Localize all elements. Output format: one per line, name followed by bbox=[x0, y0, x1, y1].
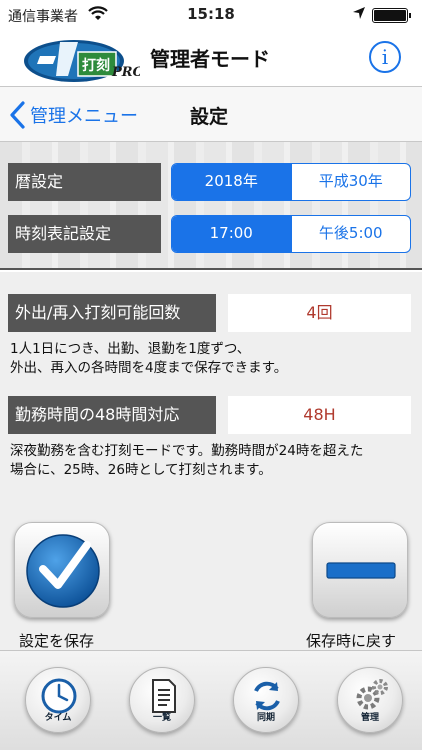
calendar-setting-label: 暦設定 bbox=[8, 163, 161, 201]
time-format-label: 時刻表記設定 bbox=[8, 215, 161, 253]
hours48-value[interactable]: 48H bbox=[228, 396, 411, 434]
punch-count-value[interactable]: 4回 bbox=[228, 294, 411, 332]
tab-time-label: タイム bbox=[44, 713, 72, 723]
svg-text:打刻: 打刻 bbox=[82, 57, 110, 74]
app-header: 打刻 PRO 管理者モード i bbox=[0, 30, 422, 86]
time-format-option-ampm[interactable]: 午後5:00 bbox=[290, 216, 411, 252]
revert-settings-button[interactable] bbox=[312, 522, 408, 618]
hours48-label: 勤務時間の48時間対応 bbox=[8, 396, 216, 434]
tab-list-label: 一覧 bbox=[152, 713, 171, 723]
app-logo: 打刻 PRO bbox=[20, 34, 145, 84]
app-title: 管理者モード bbox=[150, 47, 270, 71]
punch-count-description: 1人1日につき、出勤、退勤を1度ずつ、 外出、再入の各時間を4度まで保存できます… bbox=[10, 341, 288, 376]
save-settings-button[interactable] bbox=[14, 522, 110, 618]
back-button-label: 管理メニュー bbox=[30, 106, 138, 127]
save-settings-label: 設定を保存 bbox=[19, 632, 95, 650]
navigation-bar: 管理メニュー 設定 bbox=[0, 86, 422, 142]
minus-bar-icon bbox=[326, 562, 396, 579]
checkmark-icon bbox=[26, 534, 100, 608]
info-button[interactable]: i bbox=[369, 41, 401, 73]
tab-admin[interactable]: 管理 bbox=[337, 667, 403, 733]
tab-sync[interactable]: 同期 bbox=[233, 667, 299, 733]
calendar-option-western[interactable]: 2018年 bbox=[172, 164, 291, 200]
location-arrow-icon bbox=[352, 6, 366, 24]
tab-bar: タイム 一覧 同期 管理 bbox=[0, 650, 422, 750]
tab-time[interactable]: タイム bbox=[25, 667, 91, 733]
time-format-option-24h[interactable]: 17:00 bbox=[172, 216, 291, 252]
calendar-segmented-control: 2018年 平成30年 bbox=[171, 163, 411, 201]
tab-sync-label: 同期 bbox=[256, 713, 275, 723]
punch-settings-panel: 外出/再入打刻可能回数 4回 1人1日につき、出勤、退勤を1度ずつ、 外出、再入… bbox=[0, 272, 422, 650]
hours48-description: 深夜勤務を含む打刻モードです。勤務時間が24時を超えた 場合に、25時、26時と… bbox=[10, 443, 364, 478]
tab-list[interactable]: 一覧 bbox=[129, 667, 195, 733]
battery-icon bbox=[372, 8, 411, 23]
status-bar: 通信事業者 15:18 bbox=[0, 0, 422, 30]
calendar-option-japanese-era[interactable]: 平成30年 bbox=[290, 164, 411, 200]
page-title: 設定 bbox=[190, 106, 229, 128]
tab-admin-label: 管理 bbox=[360, 713, 379, 723]
revert-settings-label: 保存時に戻す bbox=[306, 632, 397, 650]
back-button[interactable]: 管理メニュー bbox=[8, 99, 138, 131]
svg-text:PRO: PRO bbox=[111, 65, 140, 80]
chevron-left-icon bbox=[10, 101, 25, 129]
punch-count-label: 外出/再入打刻可能回数 bbox=[8, 294, 216, 332]
time-format-segmented-control: 17:00 午後5:00 bbox=[171, 215, 411, 253]
format-settings-panel: 暦設定 2018年 平成30年 時刻表記設定 17:00 午後5:00 bbox=[0, 142, 422, 270]
